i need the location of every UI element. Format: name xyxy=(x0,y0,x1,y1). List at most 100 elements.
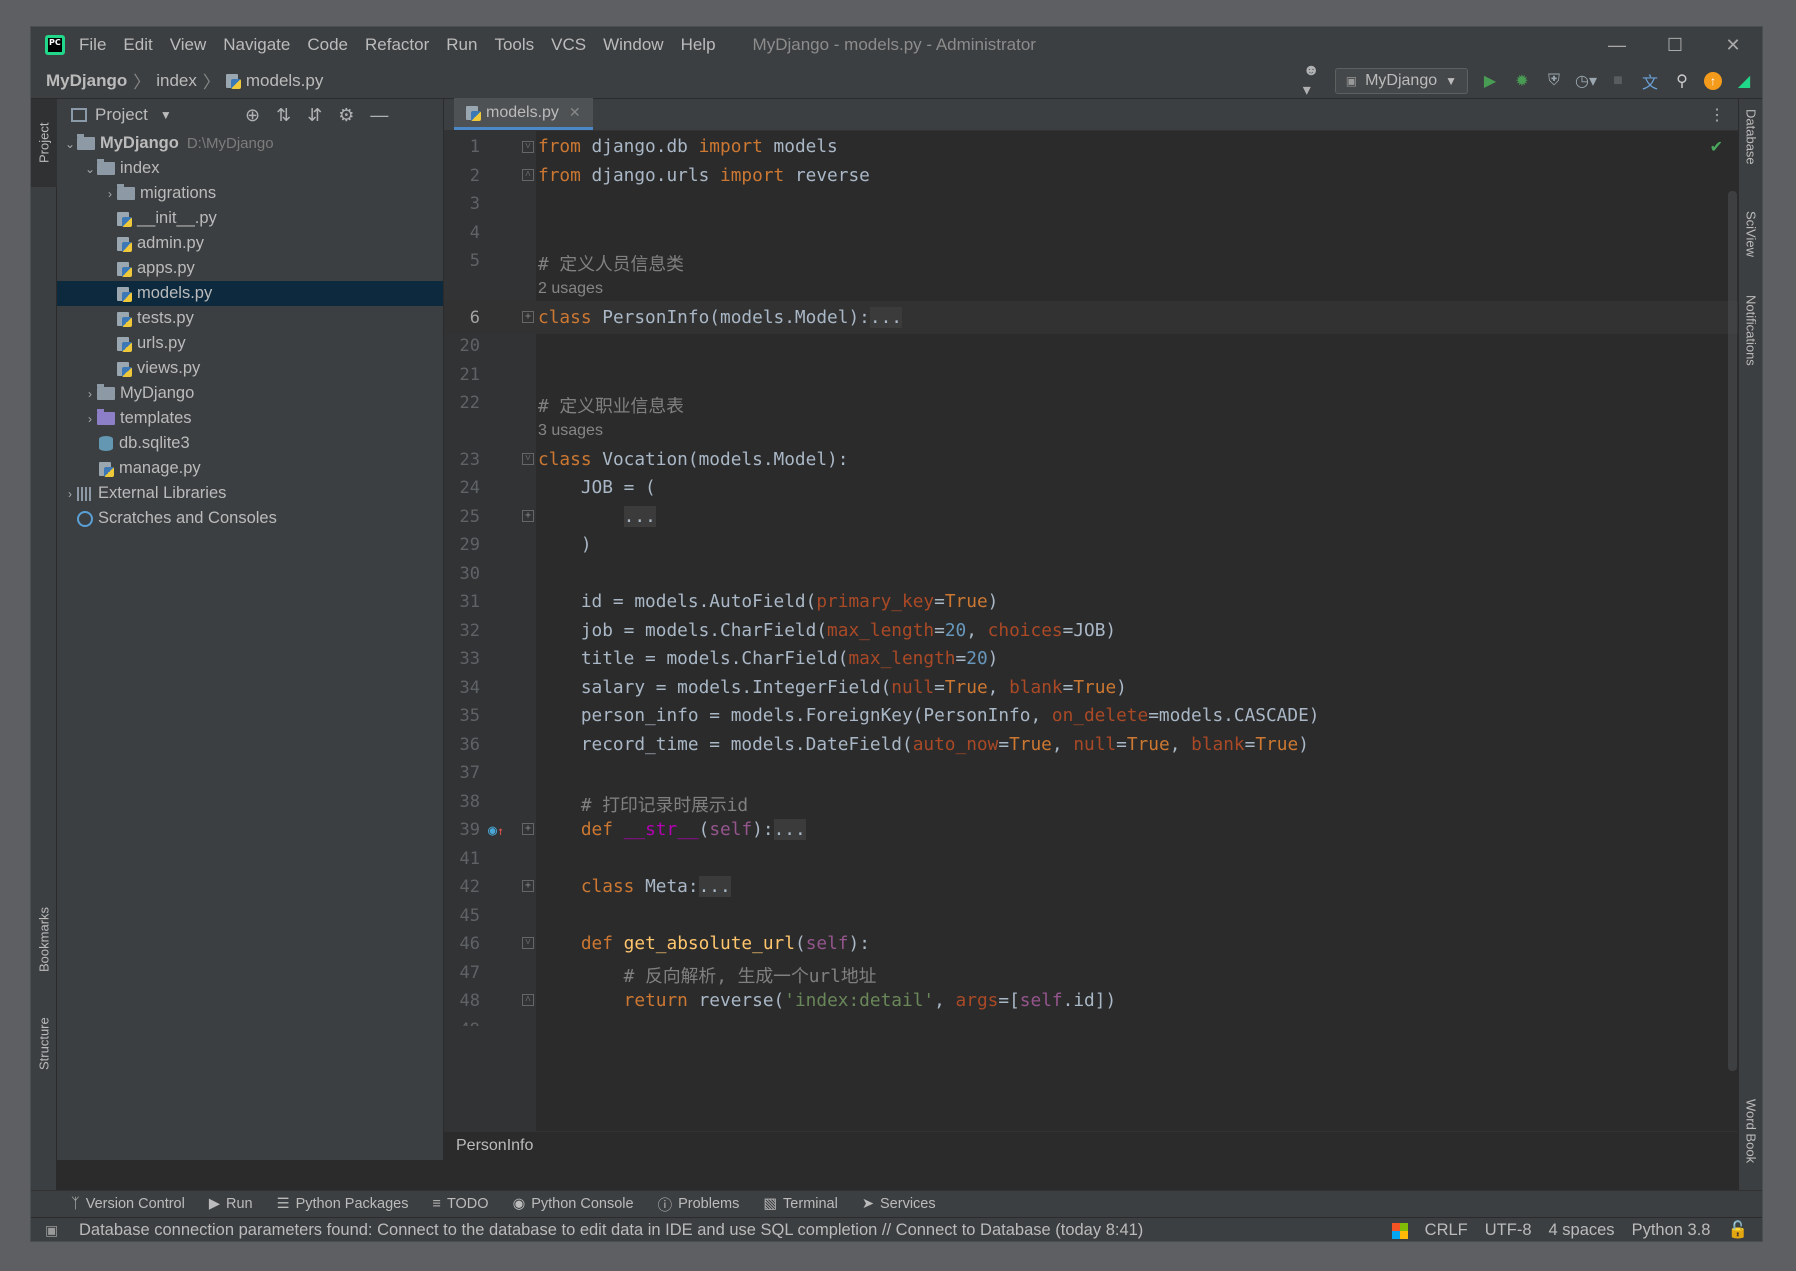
menu-tools[interactable]: Tools xyxy=(494,35,534,55)
tree-item-mydjango-root[interactable]: ⌄ MyDjango D:\MyDjango xyxy=(57,131,443,156)
search-icon[interactable]: ⚲ xyxy=(1672,71,1692,91)
database-tool-tab[interactable]: Database xyxy=(1739,109,1762,189)
expand-fold-icon[interactable]: + xyxy=(522,510,534,522)
status-message[interactable]: Database connection parameters found: Co… xyxy=(79,1221,1143,1240)
notifications-tool-tab[interactable]: Notifications xyxy=(1739,295,1762,405)
tree-item-external-libraries[interactable]: › External Libraries xyxy=(57,481,443,506)
python-console-tab[interactable]: ◉ Python Console xyxy=(513,1196,634,1212)
file-encoding[interactable]: UTF-8 xyxy=(1485,1221,1532,1240)
tree-item-db-sqlite[interactable]: db.sqlite3 xyxy=(57,431,443,456)
menu-edit[interactable]: Edit xyxy=(123,35,152,55)
word-book-tool-tab[interactable]: Word Book xyxy=(1739,1099,1762,1189)
vertical-scrollbar[interactable] xyxy=(1728,191,1737,1071)
structure-tool-tab[interactable]: Structure xyxy=(31,999,57,1089)
locate-icon[interactable]: ⊕ xyxy=(245,105,260,126)
menu-code[interactable]: Code xyxy=(307,35,348,55)
fold-marker-icon[interactable]: ˅ xyxy=(522,453,534,465)
menu-refactor[interactable]: Refactor xyxy=(365,35,429,55)
tree-item-init[interactable]: __init__.py xyxy=(57,206,443,231)
user-icon[interactable]: ☻▾ xyxy=(1303,62,1323,99)
breadcrumb-index[interactable]: index xyxy=(156,71,197,91)
expand-fold-icon[interactable]: + xyxy=(522,311,534,323)
tool-tab-label: Python Packages xyxy=(295,1196,409,1212)
line-number: 24 xyxy=(459,478,480,498)
tree-item-views[interactable]: views.py xyxy=(57,356,443,381)
maximize-button[interactable]: ☐ xyxy=(1646,27,1704,63)
version-control-tab[interactable]: ᛉ Version Control xyxy=(71,1196,185,1212)
indent-setting[interactable]: 4 spaces xyxy=(1549,1221,1615,1240)
menu-view[interactable]: View xyxy=(170,35,207,55)
stop-icon[interactable]: ■ xyxy=(1608,71,1628,91)
fold-marker-icon[interactable]: ˄ xyxy=(522,994,534,1006)
tree-item-mydjango-pkg[interactable]: › MyDjango xyxy=(57,381,443,406)
more-options-icon[interactable]: ⋮ xyxy=(1709,105,1725,125)
line-number: 42 xyxy=(459,877,480,897)
menu-window[interactable]: Window xyxy=(603,35,663,55)
code-breadcrumb-item[interactable]: PersonInfo xyxy=(456,1137,533,1155)
profile-icon[interactable]: ◷▾ xyxy=(1575,71,1597,91)
gear-icon[interactable]: ⚙ xyxy=(338,105,354,126)
expand-fold-icon[interactable]: + xyxy=(522,880,534,892)
tree-item-index[interactable]: ⌄ index xyxy=(57,156,443,181)
fold-marker-icon[interactable]: ˅ xyxy=(522,937,534,949)
menu-help[interactable]: Help xyxy=(681,35,716,55)
project-panel-title[interactable]: Project xyxy=(95,105,148,125)
breadcrumb-file[interactable]: models.py xyxy=(246,71,323,91)
debug-icon[interactable]: ✹ xyxy=(1512,71,1532,91)
minimize-button[interactable]: — xyxy=(1588,27,1646,63)
tree-item-scratches[interactable]: Scratches and Consoles xyxy=(57,506,443,531)
translate-icon[interactable]: 文 xyxy=(1640,71,1660,92)
coverage-icon[interactable]: ⛨ xyxy=(1544,71,1564,91)
override-gutter-icon[interactable]: ◉↑ xyxy=(488,821,504,839)
project-tool-tab[interactable]: Project xyxy=(31,99,57,187)
tree-item-apps[interactable]: apps.py xyxy=(57,256,443,281)
tree-item-templates[interactable]: › templates xyxy=(57,406,443,431)
tree-item-migrations[interactable]: › migrations xyxy=(57,181,443,206)
problems-tab[interactable]: ⓘ Problems xyxy=(658,1194,740,1215)
tab-models-py[interactable]: models.py ✕ xyxy=(454,98,593,130)
close-window-button[interactable]: ✕ xyxy=(1704,27,1762,63)
menu-run[interactable]: Run xyxy=(446,35,477,55)
line-separator[interactable]: CRLF xyxy=(1425,1221,1468,1240)
tree-item-models[interactable]: models.py xyxy=(57,281,443,306)
fold-marker-icon[interactable]: ˅ xyxy=(522,141,534,153)
python-interpreter[interactable]: Python 3.8 xyxy=(1632,1221,1711,1240)
jetbrains-toolbox-icon[interactable]: ◢ xyxy=(1734,71,1754,91)
line-number: 4 xyxy=(469,223,480,243)
breadcrumb-project[interactable]: MyDjango xyxy=(46,71,127,91)
expand-fold-icon[interactable]: + xyxy=(522,823,534,835)
sciview-tool-tab[interactable]: SciView xyxy=(1739,211,1762,281)
services-tab[interactable]: ➤ Services xyxy=(862,1196,936,1212)
tree-item-admin[interactable]: admin.py xyxy=(57,231,443,256)
run-configuration-select[interactable]: ▣ MyDjango ▼ xyxy=(1334,68,1468,94)
usage-hint[interactable]: 2 usages xyxy=(538,280,603,298)
close-tab-icon[interactable]: ✕ xyxy=(569,104,581,121)
chevron-down-icon[interactable]: ▼ xyxy=(160,108,172,122)
code-line: JOB = ( xyxy=(538,477,656,498)
run-icon[interactable]: ▶ xyxy=(1480,71,1500,91)
bookmarks-tool-tab[interactable]: Bookmarks xyxy=(31,889,57,989)
lock-icon[interactable]: 🔓 xyxy=(1727,1221,1748,1240)
terminal-tab[interactable]: ▧ Terminal xyxy=(763,1196,838,1212)
collapse-all-icon[interactable]: ⇵ xyxy=(307,105,322,126)
tree-label: views.py xyxy=(137,359,201,377)
todo-tab[interactable]: ≡ TODO xyxy=(432,1196,488,1212)
menu-vcs[interactable]: VCS xyxy=(551,35,586,55)
update-icon[interactable]: ↑ xyxy=(1704,72,1722,90)
run-tab[interactable]: ▶ Run xyxy=(209,1196,253,1212)
usage-hint[interactable]: 3 usages xyxy=(538,422,603,440)
menu-navigate[interactable]: Navigate xyxy=(223,35,290,55)
python-packages-tab[interactable]: ☰ Python Packages xyxy=(277,1196,409,1212)
line-number: 1 xyxy=(469,137,480,157)
tree-item-manage[interactable]: manage.py xyxy=(57,456,443,481)
code-line: record_time = models.DateField(auto_now=… xyxy=(538,734,1309,755)
toggle-tool-windows-icon[interactable]: ▣ xyxy=(45,1222,58,1239)
hide-panel-icon[interactable]: — xyxy=(370,105,388,126)
tree-item-tests[interactable]: tests.py xyxy=(57,306,443,331)
code-area[interactable]: 1 2 3 4 5 6 20 21 22 23 24 25 29 30 31 3… xyxy=(444,131,1739,1131)
code-editor: models.py ✕ ⋮ ✔ 1 2 3 4 5 6 20 21 22 23 2… xyxy=(444,98,1739,1160)
menu-file[interactable]: File xyxy=(79,35,106,55)
tree-item-urls[interactable]: urls.py xyxy=(57,331,443,356)
expand-all-icon[interactable]: ⇅ xyxy=(276,105,291,126)
fold-marker-icon[interactable]: ˄ xyxy=(522,169,534,181)
